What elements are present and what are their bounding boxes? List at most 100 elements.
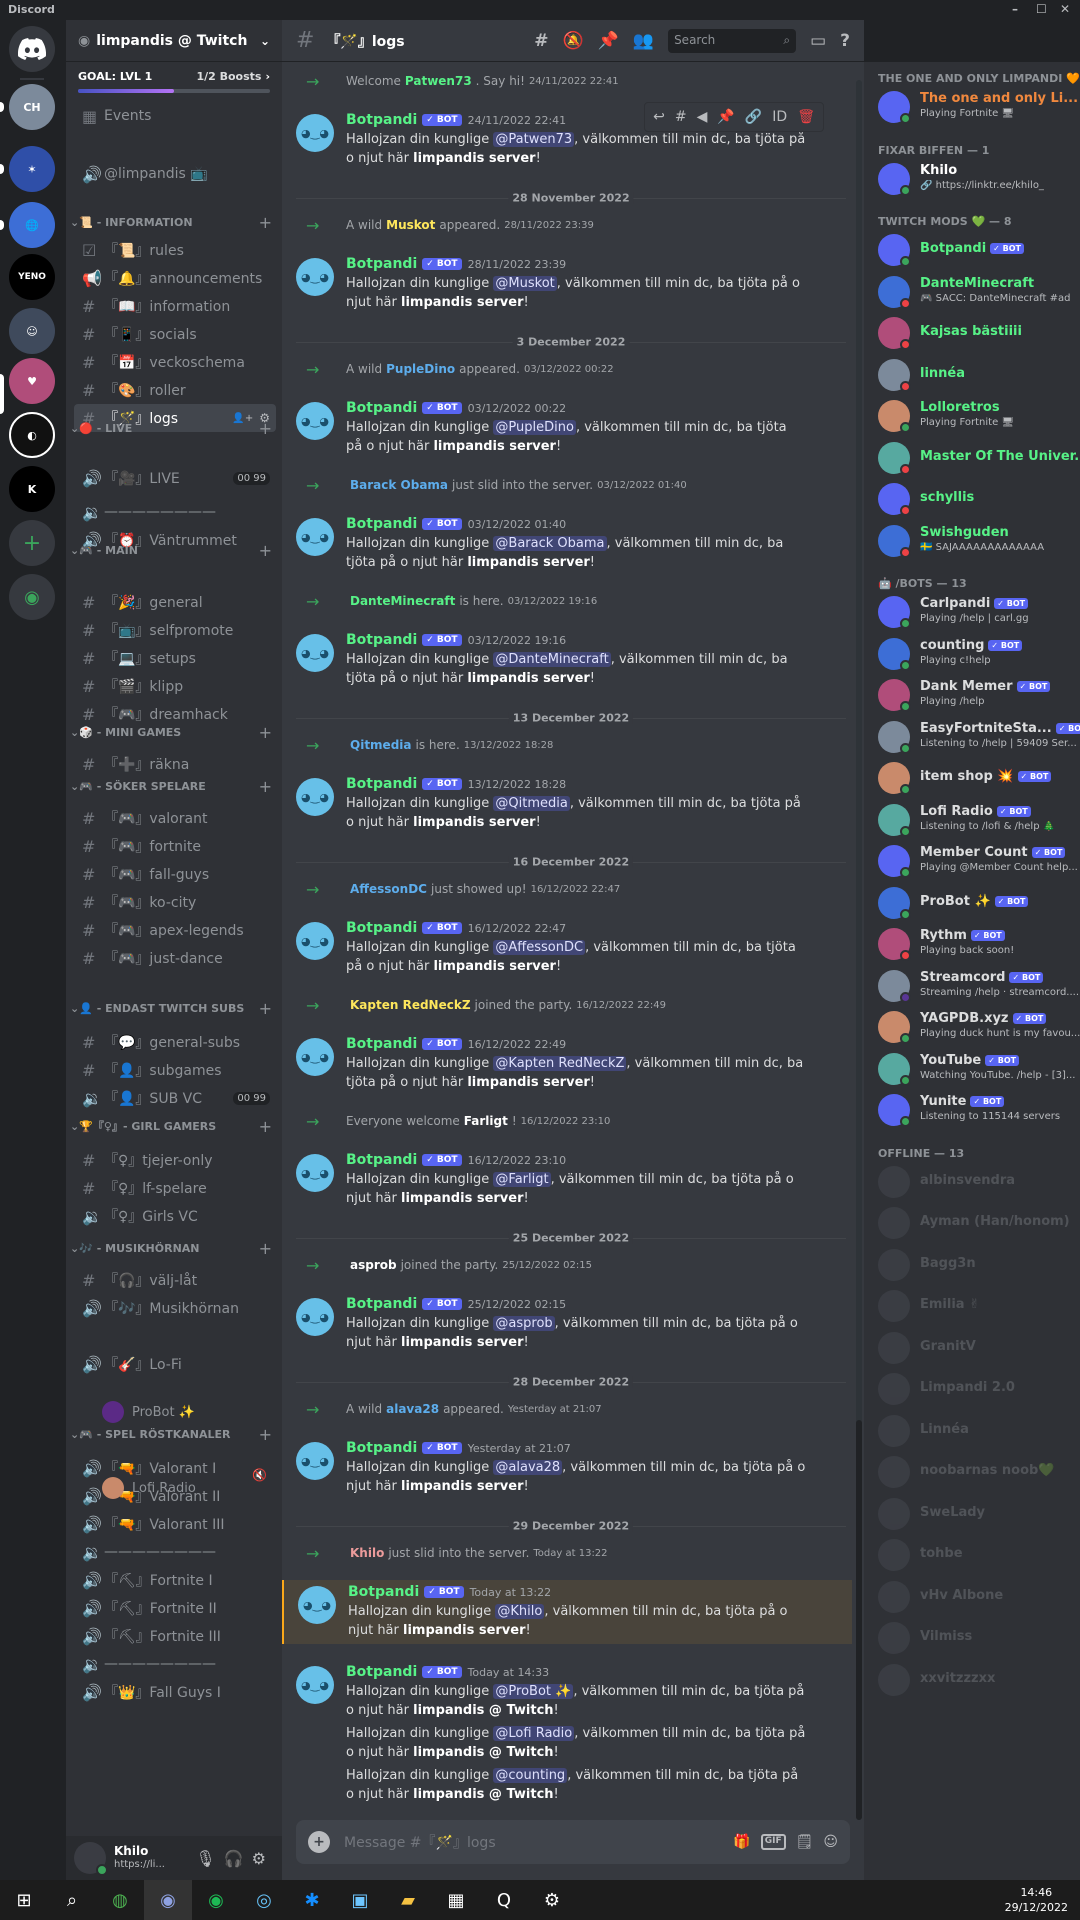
channel-item[interactable]: # 『🎮』fall-guys xyxy=(74,860,276,888)
author-name[interactable]: Botpandi xyxy=(346,776,417,792)
battlenet-icon[interactable]: ✱ xyxy=(288,1880,336,1920)
discord-home-icon[interactable] xyxy=(9,26,55,72)
add-channel-icon[interactable]: + xyxy=(259,999,272,1018)
scrollbar[interactable] xyxy=(856,80,862,1820)
member-item[interactable]: YAGPDB.xyz ✓ BOT Playing duck hunt is my f… xyxy=(878,1008,1080,1046)
member-item[interactable]: Vilmiss xyxy=(878,1619,1078,1657)
member-item[interactable]: The one and only Li... Playing Fortnite 🖥 xyxy=(878,88,1078,126)
member-item[interactable]: noobarnas noob💚 xyxy=(878,1453,1078,1491)
member-item[interactable]: xxvitzzzxx xyxy=(878,1661,1078,1699)
settings-icon[interactable]: ⚙ xyxy=(528,1880,576,1920)
pin-message-icon[interactable]: 📌 xyxy=(717,109,734,125)
add-channel-icon[interactable]: + xyxy=(259,777,272,796)
inbox-icon[interactable]: ▭ xyxy=(810,31,826,51)
user-mention[interactable]: @counting xyxy=(493,1768,568,1783)
join-username[interactable]: Kapten RedNeckZ xyxy=(350,998,471,1012)
author-name[interactable]: Botpandi xyxy=(348,1584,419,1600)
boost-goal[interactable]: GOAL: LVL 1 1/2 Boosts › xyxy=(66,62,282,83)
join-username[interactable]: AffessonDC xyxy=(350,882,427,896)
member-item[interactable]: Master Of The Univer... xyxy=(878,439,1080,477)
user-mention[interactable]: @PupleDino xyxy=(493,420,576,435)
member-item[interactable]: tohbe xyxy=(878,1536,1078,1574)
help-icon[interactable]: ? xyxy=(840,31,850,51)
member-item[interactable]: Streamcord ✓ BOT Streaming /help · streamc… xyxy=(878,967,1079,1005)
server-icon-bw[interactable]: ◐ xyxy=(9,412,55,458)
gift-icon[interactable]: 🎁 xyxy=(733,1834,750,1850)
member-item[interactable]: Swishguden 🇸🇪 SÄJAAAAAAAAAAAAA xyxy=(878,522,1078,560)
add-channel-icon[interactable]: + xyxy=(259,1117,272,1136)
channel-item[interactable]: # 『🎮』fortnite xyxy=(74,832,276,860)
channel-item[interactable]: 📢 『🔔』announcements xyxy=(74,264,276,292)
avatar[interactable]: ◕‿◕ xyxy=(296,778,334,816)
channel-item[interactable]: # 『🎮』valorant xyxy=(74,804,276,832)
spotify-icon[interactable]: ◉ xyxy=(192,1880,240,1920)
q-app-icon[interactable]: Q xyxy=(480,1880,528,1920)
member-item[interactable]: Member Count ✓ BOT Playing @Member Count h… xyxy=(878,842,1078,880)
server-icon-k[interactable]: K xyxy=(9,466,55,512)
member-item[interactable]: Lofi Radio ✓ BOT Listening to /lofi & /hel… xyxy=(878,801,1078,839)
member-item[interactable]: linnéa xyxy=(878,356,1078,394)
category-header[interactable]: ⌄ 👤 - ENDAST TWITCH SUBS + xyxy=(70,998,278,1018)
discord-taskbar-icon[interactable]: ◉ xyxy=(144,1880,192,1920)
channel-item[interactable]: # 『🎮』ko-city xyxy=(74,888,276,916)
member-item[interactable]: EasyFortniteSta...✓ BOTListening to /hel… xyxy=(878,718,1080,756)
headphones-icon[interactable]: 🎧 xyxy=(224,1849,252,1868)
user-mention[interactable]: @asprob xyxy=(493,1316,555,1331)
server-header[interactable]: ◉ limpandis @ Twitch ⌄ xyxy=(66,20,282,62)
minimize-icon[interactable]: – xyxy=(1012,2,1018,16)
category-header[interactable]: ⌄ 🎮 - SPEL RÖSTKANALER + xyxy=(70,1424,278,1444)
avatar[interactable]: ◕‿◕ xyxy=(296,258,334,296)
author-name[interactable]: Botpandi xyxy=(346,1440,417,1456)
chrome-icon[interactable]: ◍ xyxy=(96,1880,144,1920)
author-name[interactable]: Botpandi xyxy=(346,400,417,416)
member-item[interactable]: GranitV xyxy=(878,1329,1078,1367)
category-header[interactable]: ⌄ 🎲 - MINI GAMES + xyxy=(70,722,278,742)
channel-item[interactable]: # 『🎨』roller xyxy=(74,376,276,404)
avatar[interactable]: ◕‿◕ xyxy=(296,1666,334,1704)
channel-item[interactable]: 🔊 『🎶』Musikhörnan xyxy=(74,1294,276,1322)
channel-item[interactable]: 🔊 『👑』Fall Guys I xyxy=(74,1678,276,1706)
channel-item[interactable]: # 『🎬』klipp xyxy=(74,672,276,700)
member-item[interactable]: Carlpandi ✓ BOT Playing /help | carl.gg xyxy=(878,593,1078,631)
author-name[interactable]: Botpandi xyxy=(346,1036,417,1052)
avatar[interactable] xyxy=(74,1842,108,1876)
thread-icon[interactable]: # xyxy=(675,109,687,125)
channel-item[interactable]: # 『👤』subgames xyxy=(74,1056,276,1084)
threads-icon[interactable]: # xyxy=(534,31,548,51)
channel-item[interactable]: # 『📺』selfpromote xyxy=(74,616,276,644)
message-composer[interactable]: + Message #『🪄』logs 🎁 GIF 🗒 ☺ xyxy=(296,1820,850,1864)
user-mention[interactable]: @Qitmedia xyxy=(493,796,570,811)
member-item[interactable]: Emilia ✌ xyxy=(878,1287,1078,1325)
member-item[interactable]: item shop 💥 ✓ BOT xyxy=(878,759,1078,797)
channel-item[interactable]: ☑ 『📜』rules xyxy=(74,236,276,264)
author-name[interactable]: Botpandi xyxy=(346,1296,417,1312)
channel-item[interactable]: 🔉 『👤』SUB VC 00 99 xyxy=(74,1084,276,1112)
channel-item[interactable]: # 『💬』general-subs xyxy=(74,1028,276,1056)
avatar[interactable]: ◕‿◕ xyxy=(296,518,334,556)
folder-icon[interactable]: ▰ xyxy=(384,1880,432,1920)
avatar[interactable]: ◕‿◕ xyxy=(296,114,334,152)
avatar[interactable]: ◕‿◕ xyxy=(296,1442,334,1480)
user-mention[interactable]: @Barack Obama xyxy=(493,536,607,551)
store-icon[interactable]: ▣ xyxy=(336,1880,384,1920)
copy-id-icon[interactable]: ID xyxy=(772,109,787,125)
calculator-icon[interactable]: ▦ xyxy=(432,1880,480,1920)
member-item[interactable]: Kajsas bästiiii xyxy=(878,314,1078,352)
channel-item[interactable]: # 『♀』tjejer-only xyxy=(74,1146,276,1174)
voice-user[interactable]: ProBot ✨ xyxy=(102,1400,195,1424)
author-name[interactable]: Botpandi xyxy=(346,256,417,272)
avatar[interactable]: ◕‿◕ xyxy=(296,922,334,960)
member-item[interactable]: counting ✓ BOT Playing c!help xyxy=(878,635,1078,673)
member-item[interactable]: schyllis xyxy=(878,480,1078,518)
channel-item[interactable]: # 『🎮』just-dance xyxy=(74,944,276,972)
channel-item[interactable]: # 『♀』lf-spelare xyxy=(74,1174,276,1202)
emoji-icon[interactable]: ☺ xyxy=(823,1834,838,1850)
maximize-icon[interactable]: ☐ xyxy=(1036,2,1047,16)
user-mention[interactable]: @Patwen73 xyxy=(493,132,575,147)
member-item[interactable]: Ayman (Han/honom) xyxy=(878,1204,1078,1242)
member-list-icon[interactable]: 👥 xyxy=(633,31,654,51)
category-header[interactable]: ⌄ 🏆『♀』- GIRL GAMERS + xyxy=(70,1116,278,1136)
channel-item[interactable]: 🔊 『⛏』Fortnite III xyxy=(74,1622,276,1650)
add-channel-icon[interactable]: + xyxy=(259,541,272,560)
add-channel-icon[interactable]: + xyxy=(259,213,272,232)
